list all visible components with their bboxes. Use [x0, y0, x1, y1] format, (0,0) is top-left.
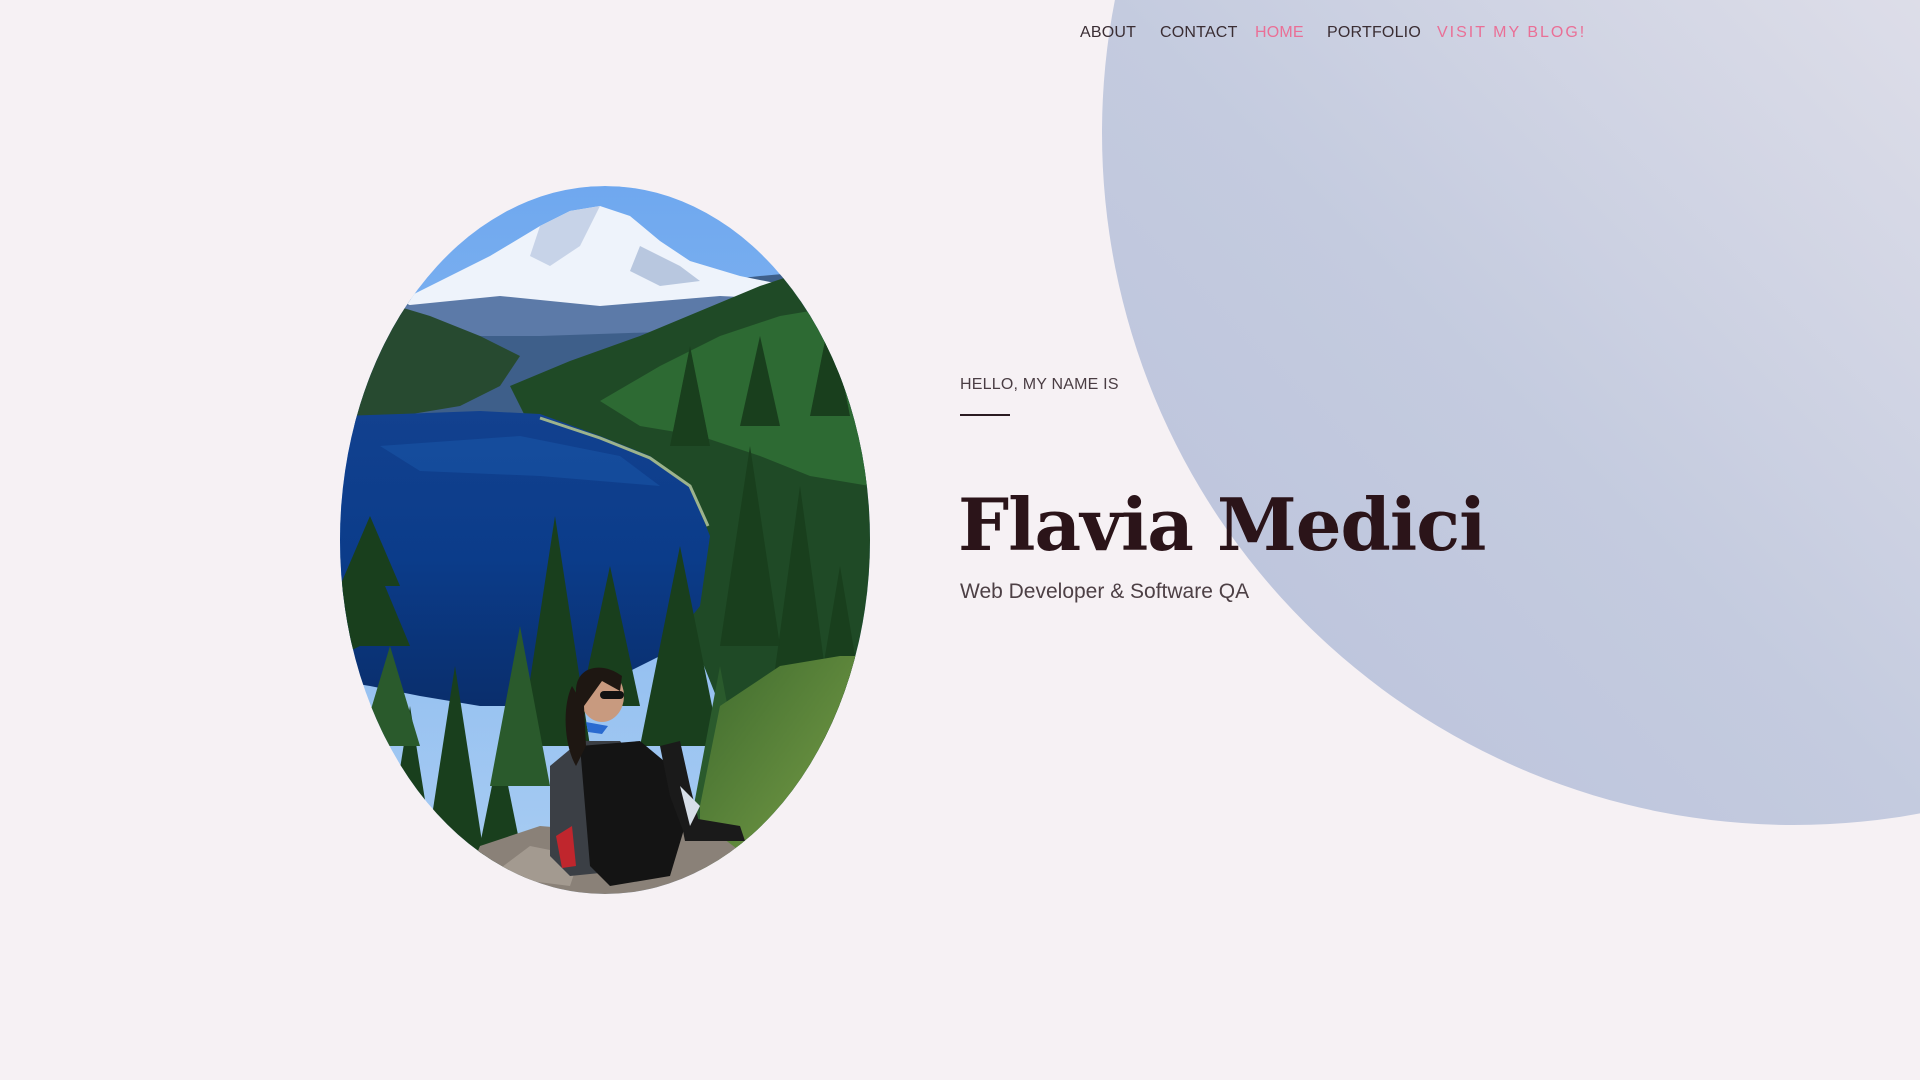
profile-photo	[340, 186, 870, 894]
nav-link-about[interactable]: ABOUT	[1080, 24, 1136, 42]
page: ABOUT CONTACT HOME PORTFOLIO VISIT MY BL…	[0, 0, 1920, 1080]
eyebrow-divider	[960, 414, 1010, 416]
nav-link-contact[interactable]: CONTACT	[1160, 24, 1238, 42]
nav-link-portfolio[interactable]: PORTFOLIO	[1327, 24, 1421, 42]
hero-role-subtitle: Web Developer & Software QA	[960, 580, 1250, 603]
hero-name-heading: Flavia Medici	[958, 482, 1486, 567]
decorative-gradient-circle	[1102, 0, 1920, 825]
top-navigation: ABOUT CONTACT HOME PORTFOLIO VISIT MY BL…	[0, 24, 1920, 48]
hero-eyebrow: HELLO, MY NAME IS	[960, 376, 1119, 393]
nav-link-blog[interactable]: VISIT MY BLOG!	[1437, 24, 1586, 42]
profile-photo-illustration	[340, 186, 870, 894]
nav-link-home[interactable]: HOME	[1255, 24, 1304, 42]
